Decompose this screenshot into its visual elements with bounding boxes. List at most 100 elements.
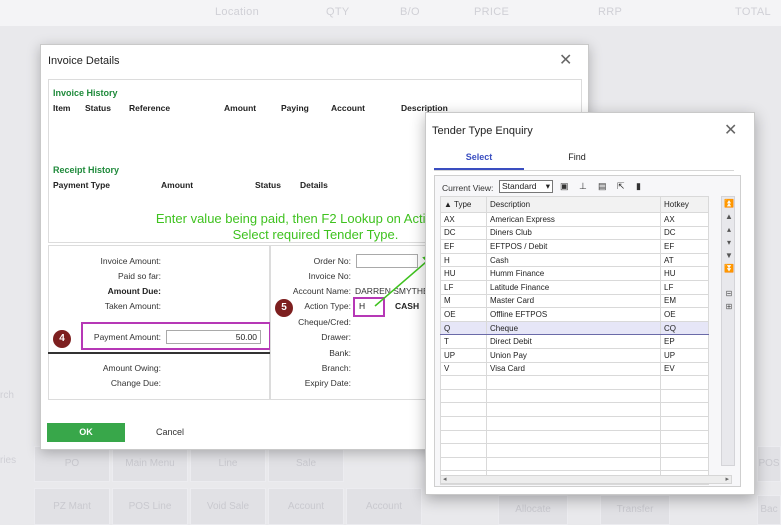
empty-cell [486, 388, 661, 404]
scroll-left-icon[interactable]: ◂ [443, 475, 447, 483]
col-description[interactable]: Description [486, 196, 661, 213]
down-icon[interactable]: ▾ [724, 238, 734, 247]
close-icon[interactable]: ✕ [724, 123, 737, 139]
col-type[interactable]: ▲ Type [440, 196, 487, 213]
current-view-label: Current View: [442, 183, 494, 193]
cell-hotkey: AX [660, 212, 709, 227]
page-up-icon[interactable]: ▲ [724, 212, 734, 221]
table-row[interactable]: EF EFTPOS / Debit EF [440, 239, 709, 254]
empty-cell [660, 456, 709, 472]
cell-hotkey: OE [660, 307, 709, 322]
pin-icon[interactable]: ⊥ [579, 181, 587, 192]
last-record-icon[interactable]: ⏬ [724, 264, 734, 273]
empty-cell [486, 443, 661, 458]
cell-type: HU [440, 266, 487, 281]
empty-cell [660, 443, 709, 458]
table-row[interactable]: UP Union Pay UP [440, 347, 709, 363]
horizontal-scrollbar[interactable]: ◂ ▸ [440, 475, 732, 484]
export-icon[interactable]: ⇱ [617, 181, 625, 192]
cell-description: Diners Club [486, 225, 661, 241]
empty-cell [486, 375, 661, 390]
table-row[interactable]: Q Cheque CQ [440, 320, 709, 336]
tender-grid-panel: Current View: Standard ▾ ▣ ⊥ ▤ ⇱ ▮ ▲ Type… [434, 175, 741, 487]
table-row[interactable]: DC Diners Club DC [440, 225, 709, 241]
empty-cell [440, 402, 487, 417]
divider [434, 170, 734, 171]
empty-row [440, 443, 709, 458]
tender-type-dialog: Tender Type Enquiry ✕ Select Find Curren… [425, 112, 755, 495]
cell-description: Cheque [486, 320, 661, 336]
cell-description: Master Card [486, 293, 661, 309]
cell-type: M [440, 293, 487, 309]
table-row[interactable]: OE Offline EFTPOS OE [440, 307, 709, 322]
empty-cell [440, 456, 487, 472]
empty-cell [486, 402, 661, 417]
cell-description: Humm Finance [486, 266, 661, 281]
up-icon[interactable]: ▴ [724, 225, 734, 234]
collapse-icon[interactable]: ⊟ [724, 289, 734, 298]
table-row[interactable]: AX American Express AX [440, 212, 709, 227]
cell-hotkey: DC [660, 225, 709, 241]
cell-description: Latitude Finance [486, 279, 661, 295]
tab-select[interactable]: Select [434, 152, 524, 162]
table-row[interactable]: H Cash AT [440, 252, 709, 268]
empty-row [440, 429, 709, 445]
save-icon[interactable]: ▣ [560, 181, 569, 192]
cell-type: T [440, 334, 487, 349]
cell-hotkey: AT [660, 252, 709, 268]
empty-cell [440, 388, 487, 404]
cell-description: EFTPOS / Debit [486, 239, 661, 254]
document-icon[interactable]: ▮ [636, 181, 641, 192]
cell-description: Cash [486, 252, 661, 268]
table-row[interactable]: LF Latitude Finance LF [440, 279, 709, 295]
cell-type: AX [440, 212, 487, 227]
table-row[interactable]: HU Humm Finance HU [440, 266, 709, 281]
cell-hotkey: EV [660, 361, 709, 377]
empty-cell [440, 429, 487, 445]
tender-type-table: ▲ Type Description Hotkey AX American Exp… [440, 196, 709, 485]
cell-hotkey: CQ [660, 320, 709, 336]
empty-cell [440, 443, 487, 458]
current-view-select[interactable]: Standard ▾ [499, 180, 553, 193]
cell-type: DC [440, 225, 487, 241]
cell-type: LF [440, 279, 487, 295]
empty-cell [440, 415, 487, 431]
cell-description: Offline EFTPOS [486, 307, 661, 322]
empty-row [440, 415, 709, 431]
first-record-icon[interactable]: ⏫ [724, 199, 734, 208]
empty-cell [440, 375, 487, 390]
cell-type: UP [440, 347, 487, 363]
chevron-down-icon: ▾ [545, 181, 550, 191]
tab-find[interactable]: Find [532, 152, 622, 162]
table-row[interactable]: T Direct Debit EP [440, 334, 709, 349]
empty-cell [660, 415, 709, 431]
cell-description: Visa Card [486, 361, 661, 377]
col-hotkey[interactable]: Hotkey [660, 196, 709, 213]
cell-type: OE [440, 307, 487, 322]
print-icon[interactable]: ▤ [598, 181, 607, 192]
empty-cell [660, 388, 709, 404]
empty-cell [486, 456, 661, 472]
cell-type: V [440, 361, 487, 377]
cell-hotkey: EM [660, 293, 709, 309]
table-row[interactable]: M Master Card EM [440, 293, 709, 309]
empty-cell [660, 375, 709, 390]
expand-icon[interactable]: ⊞ [724, 302, 734, 311]
record-navigation-bar: ⏫ ▲ ▴ ▾ ▼ ⏬ ⊟ ⊞ [721, 196, 735, 466]
scroll-right-icon[interactable]: ▸ [725, 475, 729, 483]
cell-description: Direct Debit [486, 334, 661, 349]
table-row[interactable]: V Visa Card EV [440, 361, 709, 377]
empty-row [440, 375, 709, 390]
table-header-row: ▲ Type Description Hotkey [440, 196, 709, 213]
cell-hotkey: UP [660, 347, 709, 363]
cell-hotkey: HU [660, 266, 709, 281]
empty-row [440, 402, 709, 417]
page-down-icon[interactable]: ▼ [724, 251, 734, 260]
empty-cell [486, 415, 661, 431]
empty-cell [660, 429, 709, 445]
cell-type: H [440, 252, 487, 268]
empty-cell [486, 429, 661, 445]
cell-type: EF [440, 239, 487, 254]
empty-row [440, 388, 709, 404]
cell-description: American Express [486, 212, 661, 227]
